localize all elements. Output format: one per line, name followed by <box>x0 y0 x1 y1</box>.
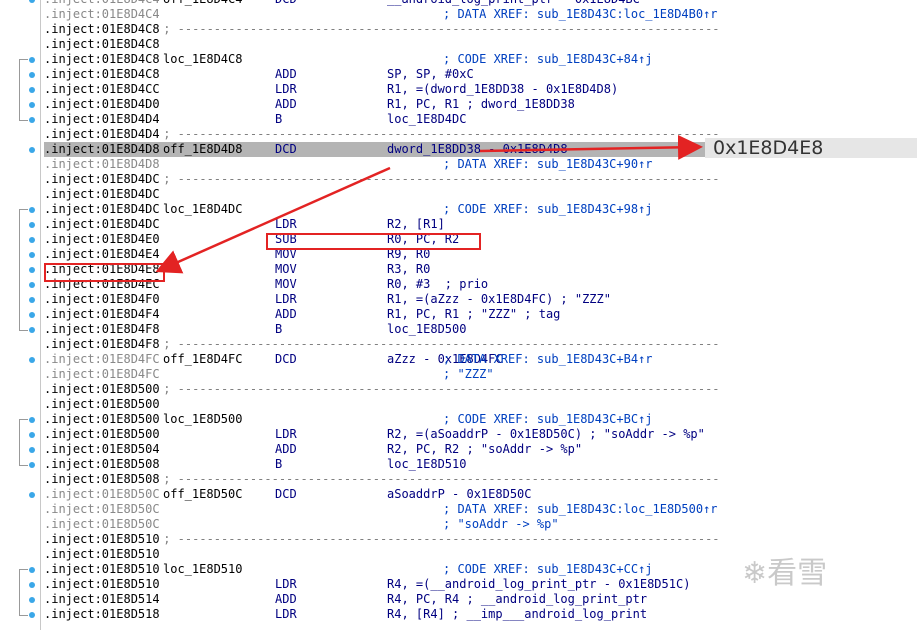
arrow-to-address <box>155 166 391 274</box>
annotation-arrows <box>155 134 703 274</box>
arrow-to-hex-label <box>479 134 703 160</box>
